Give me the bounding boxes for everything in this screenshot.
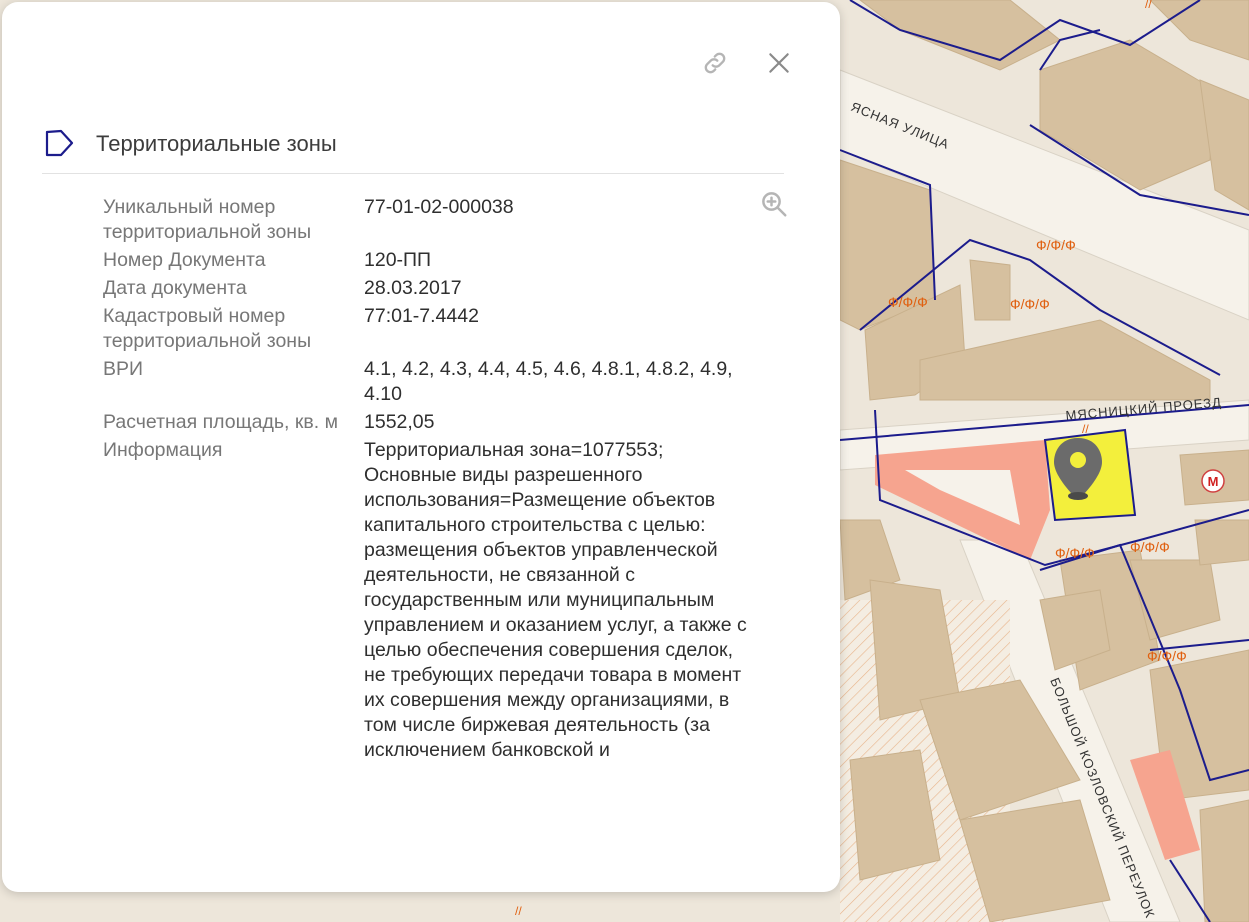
slash-mark: // (1082, 422, 1089, 436)
property-row-information: Информация Территориальная зона=1077553;… (103, 438, 793, 763)
property-value: 4.1, 4.2, 4.3, 4.4, 4.5, 4.6, 4.8.1, 4.8… (364, 358, 733, 405)
zone-label: Ф/Ф/Ф (1010, 296, 1050, 312)
property-value: 120-ПП (364, 249, 432, 271)
info-panel: Территориальные зоны Уникальный номер те… (2, 2, 840, 892)
property-row-area: Расчетная площадь, кв. м 1552,05 (103, 410, 793, 435)
metro-letter: М (1208, 474, 1219, 489)
zone-label: Ф/Ф/Ф (1036, 237, 1076, 253)
property-value: 77:01-7.4442 (364, 305, 479, 327)
zone-label: Ф/Ф/Ф (888, 294, 928, 310)
property-row-unique-number: Уникальный номер территориальной зоны 77… (103, 195, 793, 245)
slash-mark: // (1145, 0, 1152, 11)
property-label: Уникальный номер территориальной зоны (103, 196, 312, 243)
property-row-document-date: Дата документа 28.03.2017 (103, 276, 793, 301)
slash-mark: // (515, 904, 522, 918)
property-label: Информация (103, 439, 223, 461)
property-label: Кадастровый номер территориальной зоны (103, 305, 312, 352)
property-value: 1552,05 (364, 411, 435, 433)
property-value: 28.03.2017 (364, 277, 462, 299)
properties-list: Уникальный номер территориальной зоны 77… (103, 192, 793, 766)
property-value: 77-01-02-000038 (364, 196, 514, 218)
property-label: Дата документа (103, 277, 247, 299)
zone-label: Ф/Ф/Ф (1130, 539, 1170, 555)
property-label: ВРИ (103, 358, 144, 380)
section-title: Территориальные зоны (96, 131, 337, 156)
section-header: Территориальные зоны (42, 128, 784, 174)
property-label: Номер Документа (103, 249, 266, 271)
close-icon[interactable] (762, 46, 796, 80)
property-value: Территориальная зона=1077553; Основные в… (364, 439, 747, 761)
property-label: Расчетная площадь, кв. м (103, 411, 339, 433)
zone-label: Ф/Ф/Ф (1055, 545, 1095, 561)
property-row-cadastral-number: Кадастровый номер территориальной зоны 7… (103, 304, 793, 354)
zone-label: Ф/Ф/Ф (1147, 648, 1187, 664)
property-row-vri: ВРИ 4.1, 4.2, 4.3, 4.4, 4.5, 4.6, 4.8.1,… (103, 357, 793, 407)
property-row-document-number: Номер Документа 120-ПП (103, 248, 793, 273)
panel-actions (698, 46, 796, 80)
link-icon[interactable] (698, 46, 732, 80)
metro-station-icon[interactable]: М (1201, 469, 1225, 493)
polygon-zone-icon (42, 126, 76, 160)
zoom-in-icon[interactable] (759, 189, 793, 223)
